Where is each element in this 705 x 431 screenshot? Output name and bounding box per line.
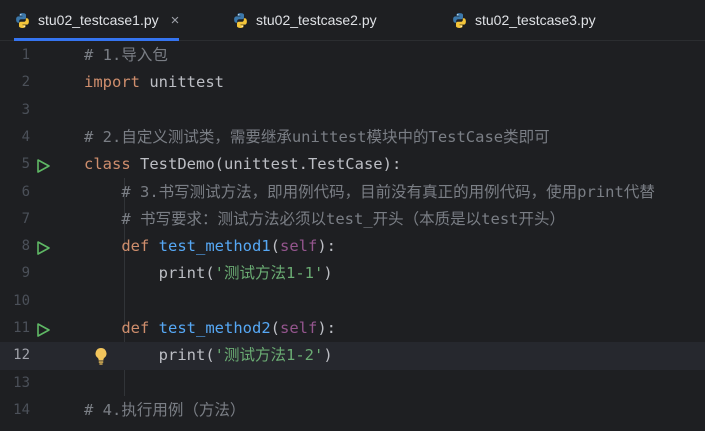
code-line[interactable]: 1 # 1.导入包	[0, 42, 705, 69]
tab-label: stu02_testcase3.py	[475, 12, 596, 28]
code-token: '测试方法1-1'	[214, 264, 324, 283]
code-line[interactable]: 10	[0, 288, 705, 315]
code-text: def test_method2(self):	[84, 315, 336, 342]
code-token: # 书写要求：测试方法必须以test_开头（本质是以test开头）	[84, 209, 565, 228]
code-text: print('测试方法1-1')	[84, 260, 333, 287]
code-token: (	[270, 237, 280, 256]
line-number[interactable]: 5	[0, 151, 30, 178]
code-line[interactable]: 8 def test_method1(self):	[0, 233, 705, 260]
code-text: # 4.执行用例（方法）	[84, 397, 245, 424]
code-line[interactable]: 6 # 3.书写测试方法，即用例代码，目前没有真正的用例代码，使用print代替	[0, 179, 705, 206]
code-token: import	[84, 73, 140, 92]
line-number[interactable]: 13	[0, 370, 30, 397]
code-token: ):	[317, 319, 336, 337]
close-icon[interactable]: ×	[171, 12, 180, 29]
code-token: def	[121, 237, 150, 256]
code-editor[interactable]: 1 # 1.导入包 2 import unittest 3 4 # 2.自定义测试类，需要继…	[0, 42, 705, 431]
line-number[interactable]: 8	[0, 233, 30, 260]
code-text: print('测试方法1-2')	[84, 342, 333, 369]
line-number[interactable]: 1	[0, 42, 30, 69]
code-line[interactable]: 2 import unittest	[0, 69, 705, 96]
code-token: )	[323, 264, 333, 283]
line-number[interactable]: 3	[0, 97, 30, 124]
tab-stu02-testcase1[interactable]: stu02_testcase1.py ×	[14, 0, 180, 41]
python-file-icon	[234, 12, 247, 28]
tab-stu02-testcase3[interactable]: stu02_testcase3.py	[451, 0, 596, 40]
tab-label: stu02_testcase1.py	[38, 12, 159, 28]
code-line[interactable]: 14 # 4.执行用例（方法）	[0, 397, 705, 424]
line-number[interactable]: 7	[0, 206, 30, 233]
code-line[interactable]: 9 print('测试方法1-1')	[0, 260, 705, 287]
python-file-icon	[453, 12, 466, 28]
code-line[interactable]: 3	[0, 97, 705, 124]
code-line[interactable]: 12 print('测试方法1-2')	[0, 342, 705, 370]
code-text: def test_method1(self):	[84, 233, 336, 260]
code-token: self	[280, 319, 318, 337]
line-number[interactable]: 12	[0, 342, 30, 369]
code-token: ):	[317, 237, 336, 256]
code-line[interactable]: 7 # 书写要求：测试方法必须以test_开头（本质是以test开头）	[0, 206, 705, 233]
python-file-icon	[16, 12, 29, 28]
editor-tab-bar: stu02_testcase1.py × stu02_testcase2.py …	[0, 0, 705, 41]
code-token: unittest	[140, 73, 224, 92]
line-number[interactable]: 2	[0, 69, 30, 96]
code-token: self	[280, 237, 318, 256]
code-token: print(	[84, 264, 215, 283]
code-token: TestDemo(unittest.TestCase):	[130, 155, 402, 174]
code-line[interactable]: 11 def test_method2(self):	[0, 315, 705, 342]
code-token: # 1.导入包	[84, 46, 168, 64]
code-token: def	[121, 319, 150, 337]
code-token: class	[84, 155, 131, 174]
line-number[interactable]: 4	[0, 124, 30, 151]
code-token: test_method2	[158, 319, 271, 337]
line-number[interactable]: 11	[0, 315, 30, 342]
tab-label: stu02_testcase2.py	[256, 12, 377, 28]
code-text: class TestDemo(unittest.TestCase):	[84, 151, 401, 178]
run-icon[interactable]	[36, 240, 50, 255]
code-token: # 3.书写测试方法，即用例代码，目前没有真正的用例代码，使用print代替	[84, 182, 655, 201]
code-token: (	[270, 319, 280, 337]
code-text: # 1.导入包	[84, 42, 168, 69]
code-token: )	[323, 346, 333, 365]
code-line[interactable]: 4 # 2.自定义测试类，需要继承unittest模块中的TestCase类即可	[0, 124, 705, 151]
code-text: import unittest	[84, 69, 224, 96]
code-token: # 4.执行用例（方法）	[84, 400, 246, 419]
line-number[interactable]: 9	[0, 260, 30, 287]
line-number[interactable]: 6	[0, 179, 30, 206]
code-text: # 书写要求：测试方法必须以test_开头（本质是以test开头）	[84, 206, 565, 233]
run-icon[interactable]	[36, 322, 50, 337]
code-line[interactable]: 5 class TestDemo(unittest.TestCase):	[0, 151, 705, 178]
code-token: test_method1	[158, 237, 271, 256]
code-token: print(	[84, 346, 215, 365]
tab-stu02-testcase2[interactable]: stu02_testcase2.py	[232, 0, 377, 40]
line-number[interactable]: 14	[0, 397, 30, 424]
line-number[interactable]: 10	[0, 288, 30, 315]
run-icon[interactable]	[36, 158, 50, 173]
code-text: # 2.自定义测试类，需要继承unittest模块中的TestCase类即可	[84, 124, 550, 151]
code-token: # 2.自定义测试类，需要继承unittest模块中的TestCase类即可	[84, 127, 550, 146]
code-text: # 3.书写测试方法，即用例代码，目前没有真正的用例代码，使用print代替	[84, 179, 655, 206]
code-line[interactable]: 13	[0, 370, 705, 397]
code-token: '测试方法1-2'	[214, 346, 324, 365]
